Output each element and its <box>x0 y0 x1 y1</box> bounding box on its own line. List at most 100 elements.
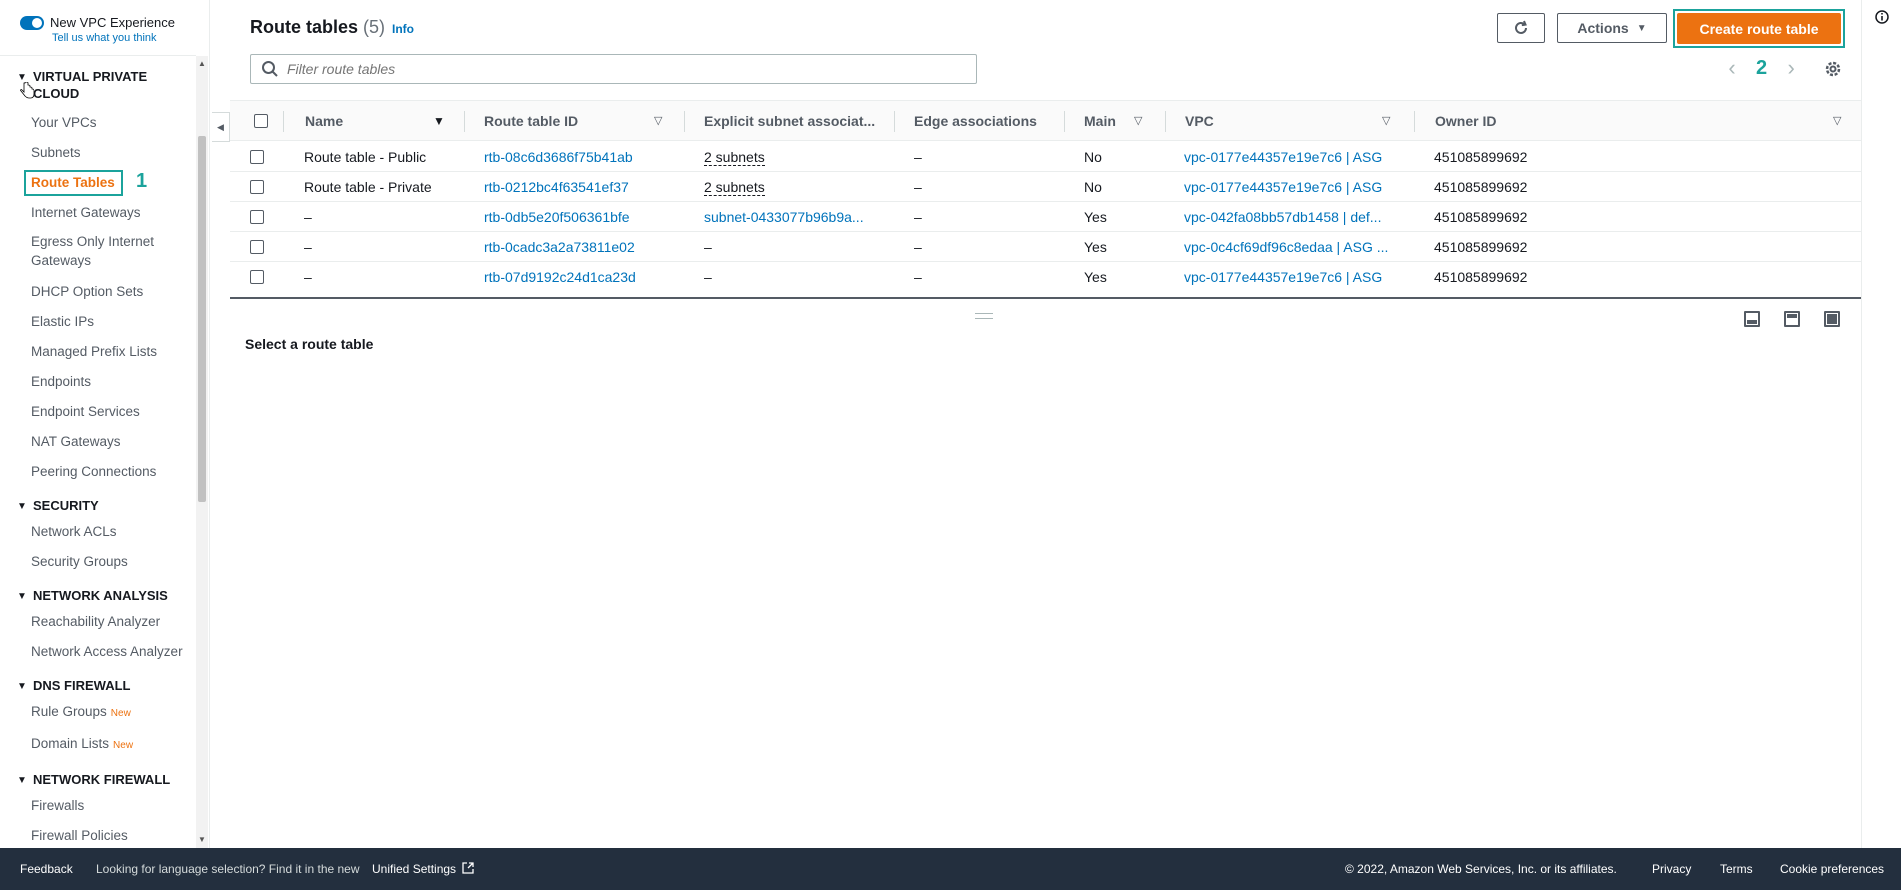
sidebar-item-managed-prefix-lists[interactable]: Managed Prefix Lists <box>31 342 196 361</box>
panel-bottom-icon[interactable] <box>1744 311 1760 327</box>
row-checkbox[interactable] <box>250 270 264 284</box>
section-virtual-private-cloud[interactable]: ▼ VIRTUAL PRIVATE CLOUD <box>17 68 183 102</box>
feedback-button[interactable]: Feedback <box>20 848 73 890</box>
row-checkbox[interactable] <box>250 180 264 194</box>
gear-icon[interactable] <box>1822 58 1844 80</box>
refresh-button[interactable] <box>1497 13 1545 43</box>
info-link[interactable]: Info <box>392 22 414 36</box>
cell-vpc[interactable]: vpc-0177e44357e19e7c6 | ASG <box>1184 262 1382 292</box>
column-header-name[interactable]: Name <box>305 101 343 142</box>
sidebar-item-peering-connections[interactable]: Peering Connections <box>31 462 196 481</box>
cell-route-table-id[interactable]: rtb-0db5e20f506361bfe <box>484 202 630 232</box>
sidebar-item-firewalls[interactable]: Firewalls <box>31 796 196 815</box>
sidebar-item-subnets[interactable]: Subnets <box>31 143 196 162</box>
section-dns-firewall[interactable]: ▼ DNS FIREWALL <box>17 677 183 695</box>
cell-edge: – <box>914 149 922 165</box>
column-header-explicit-subnet[interactable]: Explicit subnet associat... <box>704 101 875 142</box>
column-divider <box>684 111 685 132</box>
cell-edge: – <box>914 269 922 285</box>
prev-page-icon[interactable]: ‹ <box>1722 55 1742 81</box>
column-header-vpc[interactable]: VPC <box>1185 101 1214 142</box>
row-checkbox[interactable] <box>250 150 264 164</box>
cell-subnet[interactable]: subnet-0433077b96b9a... <box>704 202 864 232</box>
cell-route-table-id[interactable]: rtb-07d9192c24d1ca23d <box>484 262 636 292</box>
cell-main: Yes <box>1084 239 1107 255</box>
sidebar-item-network-access-analyzer[interactable]: Network Access Analyzer <box>31 642 196 661</box>
split-panel-drag-handle[interactable] <box>975 313 993 319</box>
scroll-down-icon[interactable]: ▼ <box>196 834 208 846</box>
search-icon <box>262 61 278 77</box>
footer: Feedback Looking for language selection?… <box>0 848 1901 890</box>
cookie-preferences-link[interactable]: Cookie preferences <box>1780 848 1884 890</box>
cell-subnet[interactable]: 2 subnets <box>704 172 765 202</box>
scroll-thumb[interactable] <box>198 136 206 502</box>
table-row[interactable]: – rtb-0cadc3a2a73811e02 – – Yes vpc-0c4c… <box>230 232 1862 262</box>
sidebar-item-your-vpcs[interactable]: Your VPCs <box>31 113 196 132</box>
sort-descending-icon[interactable]: ▼ <box>433 101 445 142</box>
sidebar-item-reachability-analyzer[interactable]: Reachability Analyzer <box>31 612 196 631</box>
sidebar-item-dhcp-option-sets[interactable]: DHCP Option Sets <box>31 282 196 301</box>
section-security[interactable]: ▼ SECURITY <box>17 497 183 515</box>
unified-settings-link[interactable]: Unified Settings <box>372 848 475 890</box>
sidebar-item-egress-only-internet-gateways[interactable]: Egress Only Internet Gateways <box>31 232 181 270</box>
actions-button[interactable]: Actions ▼ <box>1557 13 1667 43</box>
panel-side-icon[interactable] <box>1784 311 1800 327</box>
sidebar-item-internet-gateways[interactable]: Internet Gateways <box>31 203 196 222</box>
table-row[interactable]: Route table - Private rtb-0212bc4f63541e… <box>230 172 1862 202</box>
toggle-switch[interactable] <box>20 16 44 30</box>
sidebar-item-firewall-policies[interactable]: Firewall Policies <box>31 826 196 845</box>
cell-subnet[interactable]: 2 subnets <box>704 142 765 172</box>
sort-icon[interactable]: ▽ <box>1382 101 1390 142</box>
unified-settings-label: Unified Settings <box>372 862 457 876</box>
info-icon[interactable] <box>1875 10 1889 24</box>
sidebar-item-rule-groups[interactable]: Rule Groups New <box>31 702 196 723</box>
sort-icon[interactable]: ▽ <box>654 101 662 142</box>
sidebar-item-nat-gateways[interactable]: NAT Gateways <box>31 432 196 451</box>
cell-name: Route table - Private <box>304 179 432 195</box>
select-all-checkbox[interactable] <box>254 114 268 128</box>
table-row[interactable]: – rtb-07d9192c24d1ca23d – – Yes vpc-0177… <box>230 262 1862 292</box>
sidebar-item-domain-lists[interactable]: Domain Lists New <box>31 734 196 755</box>
filter-route-tables-input[interactable] <box>287 61 967 77</box>
sort-icon[interactable]: ▽ <box>1134 101 1142 142</box>
sidebar-scrollbar[interactable]: ▲ ▼ <box>196 56 208 848</box>
scroll-up-icon[interactable]: ▲ <box>196 58 208 70</box>
table-row[interactable]: – rtb-0db5e20f506361bfe subnet-0433077b9… <box>230 202 1862 232</box>
row-checkbox[interactable] <box>250 240 264 254</box>
caret-down-icon: ▼ <box>1636 22 1647 34</box>
cell-vpc[interactable]: vpc-0c4cf69df96c8edaa | ASG ... <box>1184 232 1388 262</box>
table-row[interactable]: Route table - Public rtb-08c6d3686f75b41… <box>230 142 1862 172</box>
column-header-route-table-id[interactable]: Route table ID <box>484 101 578 142</box>
cell-route-table-id[interactable]: rtb-0212bc4f63541ef37 <box>484 172 629 202</box>
feedback-link[interactable]: Tell us what you think <box>52 31 175 45</box>
caret-down-icon: ▼ <box>17 681 27 692</box>
column-header-owner-id[interactable]: Owner ID <box>1435 101 1496 142</box>
sidebar-item-endpoints[interactable]: Endpoints <box>31 372 196 391</box>
cell-name: – <box>304 209 312 225</box>
create-route-table-button[interactable]: Create route table <box>1677 13 1841 44</box>
language-message: Looking for language selection? Find it … <box>96 862 360 876</box>
row-checkbox[interactable] <box>250 210 264 224</box>
collapse-sidebar-button[interactable]: ◀ <box>212 112 230 142</box>
section-network-analysis[interactable]: ▼ NETWORK ANALYSIS <box>17 587 183 605</box>
sidebar-item-elastic-ips[interactable]: Elastic IPs <box>31 312 196 331</box>
cell-vpc[interactable]: vpc-0177e44357e19e7c6 | ASG <box>1184 172 1382 202</box>
terms-link[interactable]: Terms <box>1720 848 1753 890</box>
privacy-link[interactable]: Privacy <box>1652 848 1691 890</box>
section-network-firewall[interactable]: ▼ NETWORK FIREWALL <box>17 771 183 789</box>
cell-name: Route table - Public <box>304 149 427 165</box>
sidebar-item-security-groups[interactable]: Security Groups <box>31 552 196 571</box>
cell-route-table-id[interactable]: rtb-08c6d3686f75b41ab <box>484 142 633 172</box>
sidebar-item-network-acls[interactable]: Network ACLs <box>31 522 196 541</box>
new-vpc-experience-toggle[interactable]: New VPC Experience Tell us what you thin… <box>20 15 175 45</box>
sidebar-item-endpoint-services[interactable]: Endpoint Services <box>31 402 196 421</box>
panel-full-icon[interactable] <box>1824 311 1840 327</box>
cell-route-table-id[interactable]: rtb-0cadc3a2a73811e02 <box>484 232 635 262</box>
cell-vpc[interactable]: vpc-042fa08bb57db1458 | def... <box>1184 202 1381 232</box>
sort-icon[interactable]: ▽ <box>1833 101 1841 142</box>
next-page-icon[interactable]: › <box>1781 55 1801 81</box>
domain-lists-label: Domain Lists <box>31 736 110 751</box>
column-header-main[interactable]: Main <box>1084 101 1116 142</box>
cell-vpc[interactable]: vpc-0177e44357e19e7c6 | ASG <box>1184 142 1382 172</box>
column-header-edge-associations[interactable]: Edge associations <box>914 101 1037 142</box>
